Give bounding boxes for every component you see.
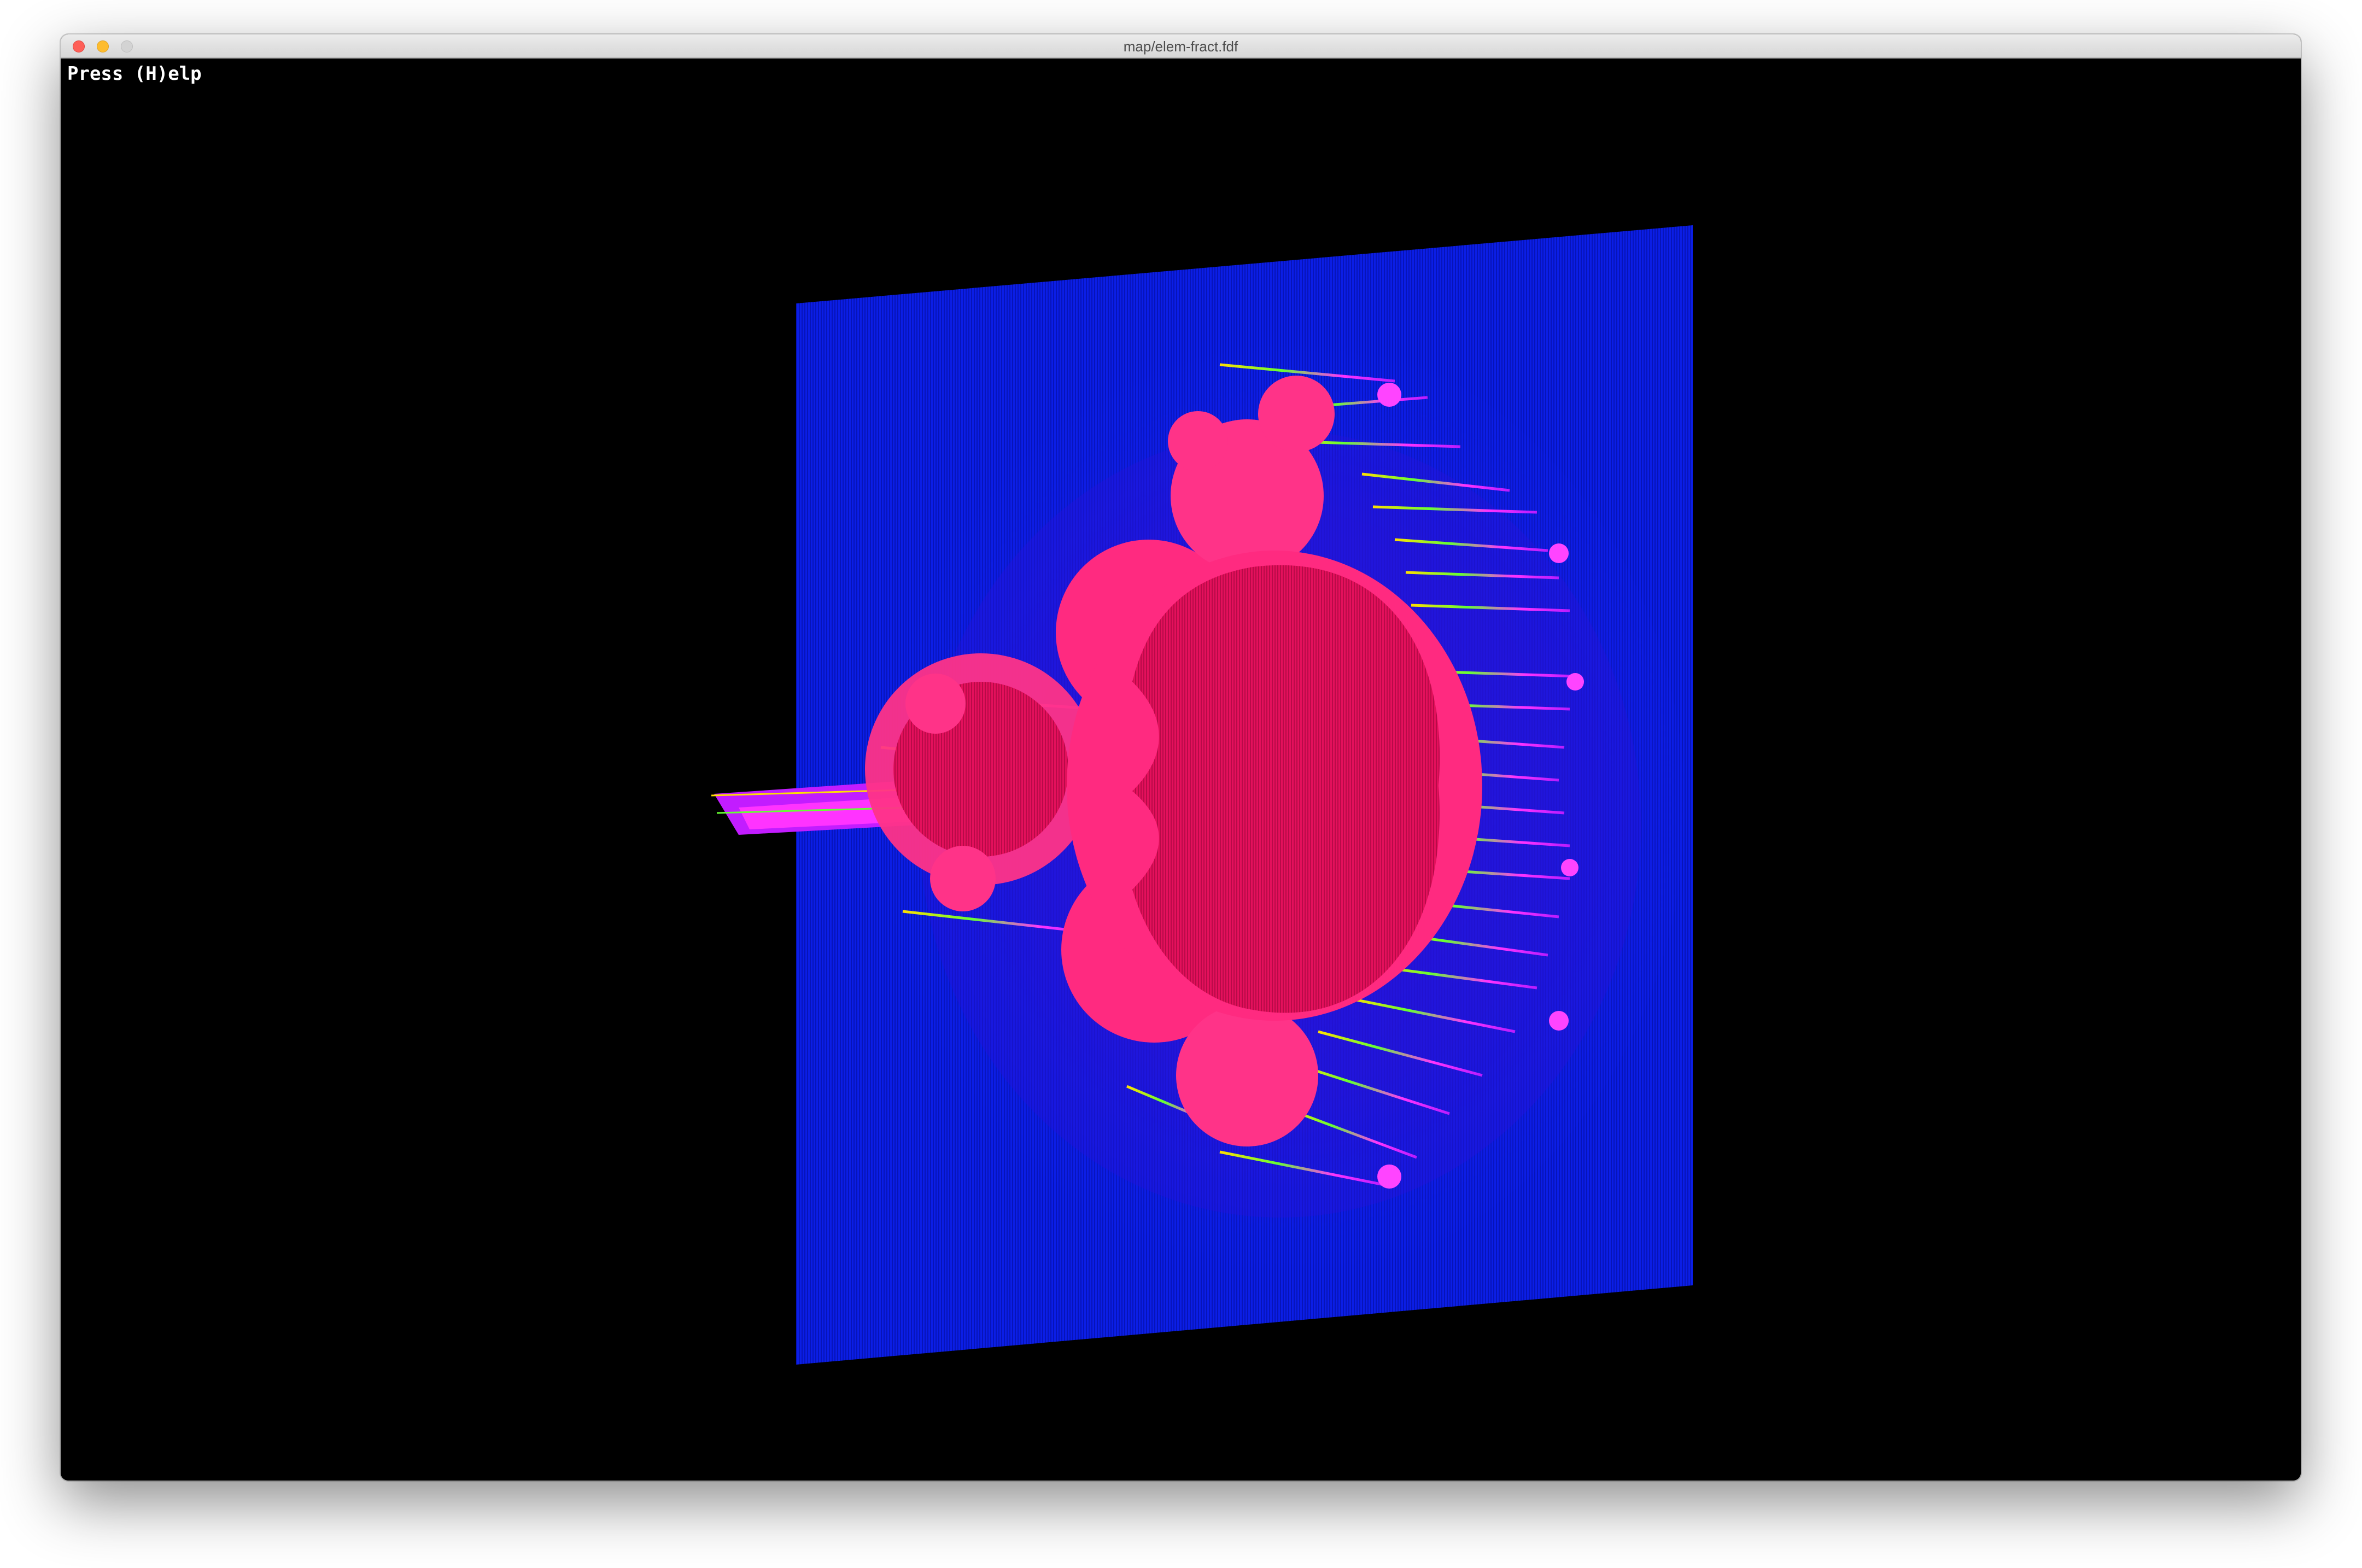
app-window: map/elem-fract.fdf Press (H)elp bbox=[61, 34, 2301, 1481]
title-bar[interactable]: map/elem-fract.fdf bbox=[61, 34, 2301, 58]
render-canvas[interactable]: Press (H)elp bbox=[61, 58, 2301, 1481]
wireframe-render bbox=[711, 225, 1693, 1365]
window-title: map/elem-fract.fdf bbox=[1123, 38, 1238, 55]
help-hint: Press (H)elp bbox=[67, 63, 202, 85]
